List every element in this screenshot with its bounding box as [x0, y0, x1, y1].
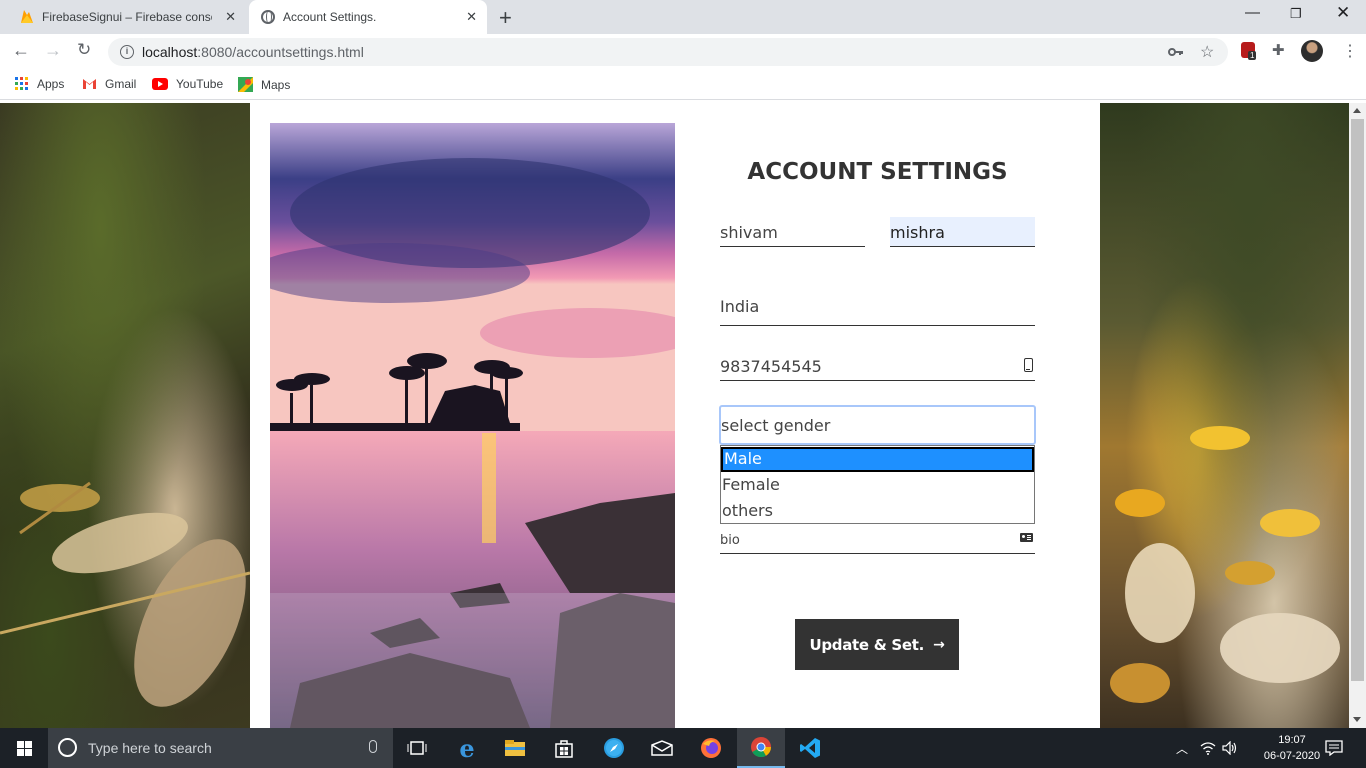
reload-icon[interactable]: ↻ [77, 40, 91, 60]
bookmark-label: Apps [37, 77, 65, 91]
file-explorer-icon[interactable] [491, 728, 539, 768]
bookmark-label: YouTube [176, 77, 224, 91]
phone-value: 9837454545 [720, 357, 822, 376]
gmail-icon [83, 79, 96, 89]
menu-icon[interactable]: ⋮ [1342, 41, 1358, 61]
tab-title: Account Settings. [283, 10, 377, 24]
safari-icon[interactable] [590, 728, 638, 768]
microphone-icon[interactable] [369, 740, 377, 753]
chrome-icon[interactable] [737, 728, 785, 768]
clock-date: 06-07-2020 [1263, 750, 1321, 762]
gender-dropdown-list: Male Female others [720, 445, 1035, 524]
bookmarks-bar: Apps Gmail YouTube Maps [0, 70, 1366, 100]
update-button-label: Update & Set. [809, 635, 925, 654]
profile-avatar[interactable] [1301, 40, 1323, 62]
first-name-field[interactable]: shivam [720, 217, 865, 247]
url-path: :8080/accountsettings.html [197, 44, 364, 60]
gender-select[interactable]: select gender [719, 405, 1036, 445]
sunset-illustration [270, 123, 675, 728]
windows-taskbar: Type here to search e ︿ 19:07 06-07-2020 [0, 728, 1366, 768]
vscode-icon[interactable] [786, 728, 834, 768]
bookmark-maps[interactable]: Maps [238, 77, 290, 92]
extensions-puzzle-icon[interactable]: ✚ [1272, 41, 1285, 59]
minimize-icon[interactable]: — [1245, 4, 1260, 21]
tab-title: FirebaseSignui – Firebase console [42, 10, 212, 24]
notifications-icon[interactable] [1325, 740, 1343, 756]
background-leaves-left [0, 103, 251, 728]
account-settings-card: ACCOUNT SETTINGS shivam mishra India 983… [250, 103, 1100, 728]
mobile-phone-icon [1024, 358, 1033, 372]
back-icon[interactable]: ← [12, 40, 30, 61]
bookmark-star-icon[interactable]: ☆ [1200, 42, 1214, 62]
url-host: localhost [142, 44, 198, 60]
leaf-decoration [1110, 426, 1340, 703]
gender-option-others[interactable]: others [721, 499, 1034, 524]
browser-toolbar: ← → ↻ i localhost:8080/accountsettings.h… [0, 34, 1366, 70]
page-viewport: ACCOUNT SETTINGS shivam mishra India 983… [0, 103, 1349, 728]
arrow-right-icon: → [933, 636, 945, 653]
clock-time: 19:07 [1278, 734, 1306, 746]
close-tab-icon[interactable]: ✕ [225, 9, 236, 25]
bio-field[interactable]: bio [720, 525, 1035, 554]
globe-icon [261, 10, 275, 24]
gender-option-female[interactable]: Female [721, 473, 1034, 498]
page-title: ACCOUNT SETTINGS [747, 159, 1008, 185]
background-leaves-right [1100, 103, 1349, 728]
system-clock[interactable]: 19:07 06-07-2020 [1262, 732, 1322, 764]
url-text: localhost:8080/accountsettings.html [142, 44, 364, 60]
new-tab-icon[interactable]: + [499, 5, 512, 31]
last-name-field[interactable]: mishra [890, 217, 1035, 247]
firebase-icon [21, 10, 33, 23]
leaf-decoration [0, 481, 251, 707]
taskbar-search-box[interactable]: Type here to search [48, 728, 393, 768]
tab-account-settings[interactable]: Account Settings. ✕ [249, 0, 487, 34]
gender-select-value: select gender [721, 416, 831, 435]
extension-badge: 1 [1248, 51, 1257, 60]
bookmark-gmail[interactable]: Gmail [82, 77, 136, 91]
bio-placeholder: bio [720, 533, 740, 548]
store-icon[interactable] [540, 728, 588, 768]
start-button[interactable] [0, 728, 48, 768]
maps-icon [238, 77, 253, 92]
task-view-icon[interactable] [393, 728, 441, 768]
id-card-icon [1020, 533, 1033, 542]
close-tab-icon[interactable]: ✕ [466, 9, 477, 25]
mail-icon[interactable] [638, 728, 686, 768]
tab-strip: FirebaseSignui – Firebase console ✕ Acco… [0, 0, 1366, 34]
shield-extension-icon[interactable]: 1 [1241, 42, 1257, 60]
page-scrollbar[interactable] [1349, 103, 1366, 728]
bookmark-label: Maps [261, 77, 291, 92]
youtube-icon [152, 78, 168, 90]
scroll-up-icon[interactable] [1353, 108, 1361, 113]
last-name-value: mishra [890, 223, 945, 242]
wifi-icon[interactable] [1200, 741, 1216, 755]
firefox-icon[interactable] [687, 728, 735, 768]
scroll-down-icon[interactable] [1353, 717, 1361, 722]
window-close-icon[interactable]: ✕ [1336, 3, 1350, 23]
tab-firebase-console[interactable]: FirebaseSignui – Firebase console ✕ [12, 0, 246, 34]
bookmark-apps[interactable]: Apps [15, 77, 64, 91]
scroll-thumb[interactable] [1351, 119, 1364, 681]
sunset-beach-photo [270, 123, 675, 728]
gender-option-male[interactable]: Male [721, 447, 1034, 472]
country-field[interactable]: India [720, 291, 1035, 326]
bookmark-label: Gmail [105, 77, 137, 91]
address-bar[interactable]: i localhost:8080/accountsettings.html ☆ [108, 38, 1228, 66]
key-icon[interactable] [1168, 45, 1184, 59]
volume-icon[interactable] [1222, 741, 1238, 755]
update-button[interactable]: Update & Set. → [795, 619, 959, 670]
first-name-value: shivam [720, 223, 778, 242]
apps-grid-icon [15, 77, 28, 90]
site-info-icon[interactable]: i [120, 45, 134, 59]
cortana-icon [58, 738, 77, 757]
country-value: India [720, 297, 760, 316]
restore-icon[interactable]: ❐ [1290, 6, 1302, 22]
windows-logo-icon [17, 741, 32, 756]
phone-field[interactable]: 9837454545 [720, 351, 1035, 381]
chevron-up-icon[interactable]: ︿ [1176, 740, 1188, 757]
edge-icon[interactable]: e [443, 728, 491, 768]
forward-icon[interactable]: → [44, 40, 62, 61]
bookmark-youtube[interactable]: YouTube [152, 77, 223, 91]
search-placeholder: Type here to search [88, 740, 212, 756]
